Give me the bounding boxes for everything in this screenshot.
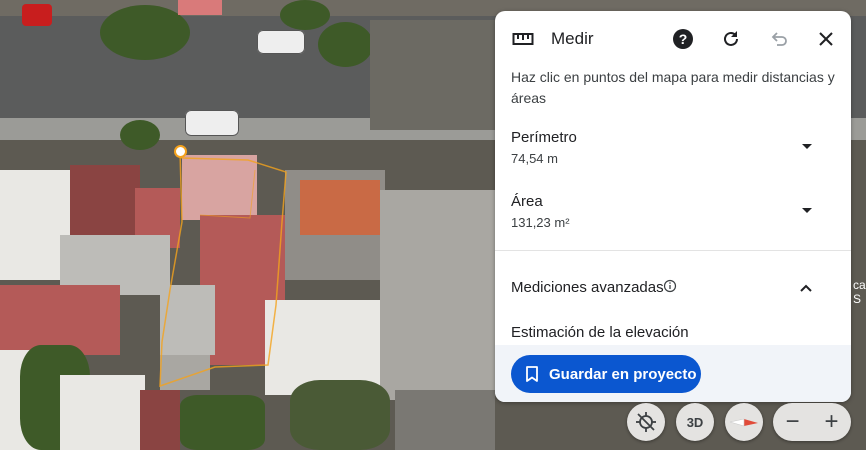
measured-roof bbox=[182, 155, 257, 220]
undo-button[interactable] bbox=[766, 26, 792, 52]
tree bbox=[100, 5, 190, 60]
close-icon bbox=[819, 32, 833, 46]
roof bbox=[380, 190, 495, 400]
refresh-icon bbox=[724, 31, 738, 46]
help-button[interactable]: ? bbox=[670, 26, 696, 52]
bookmark-icon bbox=[526, 366, 538, 382]
panel-title: Medir bbox=[551, 29, 594, 48]
roof bbox=[160, 355, 210, 390]
perimeter-value: 74,54 m bbox=[511, 151, 558, 166]
arrow-drop-down-icon[interactable] bbox=[800, 139, 814, 153]
elevation-estimate-label: Estimación de la elevación bbox=[511, 324, 689, 341]
refresh-button[interactable] bbox=[718, 26, 744, 52]
measure-panel: Medir ? Haz clic en puntos del mapa para… bbox=[495, 11, 851, 402]
tree bbox=[180, 395, 265, 450]
roof bbox=[140, 390, 180, 450]
info-icon[interactable] bbox=[663, 279, 677, 293]
ruler-icon bbox=[512, 33, 534, 45]
map-label: ca S bbox=[853, 278, 866, 306]
area-row[interactable]: Área 131,23 m² bbox=[495, 193, 851, 243]
tree bbox=[290, 380, 390, 450]
car bbox=[257, 30, 305, 54]
zoom-controls: − + bbox=[773, 403, 851, 441]
help-icon: ? bbox=[673, 29, 693, 49]
save-to-project-button[interactable]: Guardar en proyecto bbox=[511, 355, 701, 393]
svg-text:?: ? bbox=[679, 31, 688, 47]
my-location-button[interactable] bbox=[627, 403, 665, 441]
roof bbox=[395, 390, 495, 450]
advanced-measurements-label: Mediciones avanzadas bbox=[511, 279, 664, 296]
undo-icon bbox=[771, 32, 787, 46]
perimeter-row[interactable]: Perímetro 74,54 m bbox=[495, 129, 851, 179]
roof bbox=[160, 285, 215, 355]
panel-footer: Guardar en proyecto bbox=[495, 345, 851, 402]
location-disabled-icon bbox=[636, 412, 656, 432]
measurement-point[interactable] bbox=[174, 145, 187, 158]
close-button[interactable] bbox=[813, 26, 839, 52]
zoom-out-button[interactable]: − bbox=[773, 403, 812, 441]
advanced-measurements-toggle[interactable]: Mediciones avanzadas bbox=[495, 273, 851, 303]
tree bbox=[318, 22, 373, 67]
tree bbox=[280, 0, 330, 30]
compass-icon bbox=[729, 418, 758, 427]
car bbox=[185, 110, 239, 136]
chevron-up-icon[interactable] bbox=[798, 280, 814, 296]
tree bbox=[120, 120, 160, 150]
roof bbox=[70, 165, 140, 235]
zoom-in-button[interactable]: + bbox=[812, 403, 851, 441]
orange-roof bbox=[300, 180, 380, 235]
tilt-3d-button[interactable]: 3D bbox=[676, 403, 714, 441]
perimeter-label: Perímetro bbox=[511, 129, 577, 146]
area-value: 131,23 m² bbox=[511, 215, 570, 230]
instructions-text: Haz clic en puntos del mapa para medir d… bbox=[511, 69, 835, 106]
compass-button[interactable] bbox=[725, 403, 763, 441]
roof bbox=[60, 375, 145, 450]
roof bbox=[178, 0, 222, 15]
panel-header: Medir ? bbox=[495, 11, 851, 67]
roof bbox=[370, 20, 500, 130]
save-to-project-label: Guardar en proyecto bbox=[549, 365, 697, 383]
area-label: Área bbox=[511, 193, 543, 210]
arrow-drop-down-icon[interactable] bbox=[800, 203, 814, 217]
red-car bbox=[22, 4, 52, 26]
divider bbox=[495, 250, 851, 251]
